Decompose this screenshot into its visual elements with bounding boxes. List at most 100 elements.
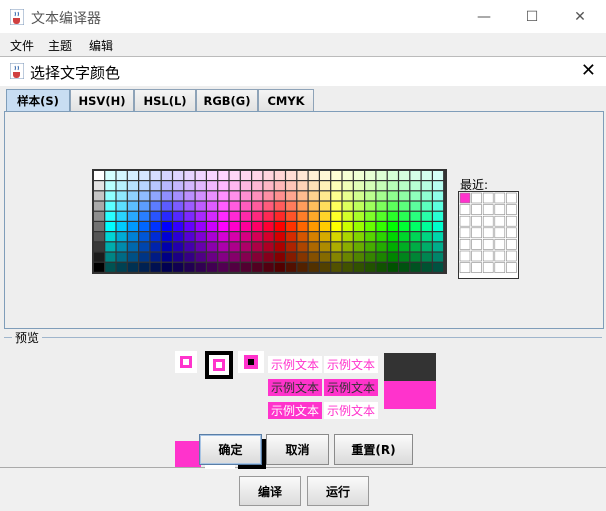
recent-swatch[interactable]: [471, 215, 482, 227]
color-swatch[interactable]: [365, 252, 376, 262]
color-swatch[interactable]: [353, 201, 364, 211]
color-swatch[interactable]: [94, 191, 105, 201]
color-swatch[interactable]: [365, 242, 376, 252]
color-swatch[interactable]: [161, 201, 172, 211]
color-swatch[interactable]: [252, 181, 263, 191]
color-swatch[interactable]: [218, 191, 229, 201]
color-swatch[interactable]: [173, 262, 184, 272]
color-swatch[interactable]: [399, 222, 410, 231]
color-swatch[interactable]: [331, 262, 342, 272]
recent-swatch[interactable]: [506, 262, 517, 273]
color-swatch[interactable]: [421, 181, 432, 191]
color-swatch[interactable]: [433, 211, 444, 221]
color-swatch[interactable]: [365, 232, 376, 242]
color-swatch[interactable]: [127, 181, 138, 191]
color-swatch[interactable]: [184, 232, 195, 242]
color-swatch[interactable]: [127, 222, 138, 231]
color-swatch[interactable]: [410, 211, 421, 221]
color-swatch[interactable]: [127, 232, 138, 242]
color-swatch[interactable]: [195, 181, 206, 191]
color-swatch[interactable]: [297, 211, 308, 221]
color-swatch[interactable]: [297, 181, 308, 191]
color-swatch[interactable]: [274, 181, 285, 191]
color-swatch[interactable]: [387, 181, 398, 191]
ok-button[interactable]: 确定: [199, 434, 262, 465]
color-swatch[interactable]: [308, 222, 319, 231]
color-swatch[interactable]: [127, 191, 138, 201]
color-swatch[interactable]: [376, 201, 387, 211]
color-swatch[interactable]: [240, 252, 251, 262]
color-swatch[interactable]: [218, 262, 229, 272]
color-swatch[interactable]: [105, 211, 116, 221]
color-swatch[interactable]: [387, 171, 398, 180]
color-swatch[interactable]: [263, 222, 274, 231]
color-swatch[interactable]: [331, 242, 342, 252]
color-swatch[interactable]: [218, 171, 229, 180]
color-swatch[interactable]: [433, 262, 444, 272]
color-swatch[interactable]: [286, 191, 297, 201]
color-swatch[interactable]: [297, 191, 308, 201]
color-swatch[interactable]: [331, 211, 342, 221]
color-swatch[interactable]: [218, 242, 229, 252]
recent-swatch[interactable]: [471, 227, 482, 239]
recent-swatch[interactable]: [471, 204, 482, 215]
color-swatch[interactable]: [263, 171, 274, 180]
color-swatch[interactable]: [150, 211, 161, 221]
recent-swatch[interactable]: [494, 215, 506, 227]
color-swatch[interactable]: [297, 232, 308, 242]
color-swatch[interactable]: [308, 242, 319, 252]
color-swatch[interactable]: [433, 242, 444, 252]
color-swatch[interactable]: [161, 211, 172, 221]
color-swatch[interactable]: [105, 191, 116, 201]
tab-cmyk[interactable]: CMYK: [258, 89, 314, 111]
color-swatch[interactable]: [240, 171, 251, 180]
swatch-grid[interactable]: [92, 169, 447, 274]
color-swatch[interactable]: [399, 191, 410, 201]
color-swatch[interactable]: [139, 222, 150, 231]
recent-swatch[interactable]: [482, 192, 494, 204]
color-swatch[interactable]: [297, 222, 308, 231]
color-swatch[interactable]: [410, 262, 421, 272]
color-swatch[interactable]: [353, 222, 364, 231]
recent-swatch[interactable]: [494, 250, 506, 262]
color-swatch[interactable]: [274, 242, 285, 252]
color-swatch[interactable]: [207, 242, 218, 252]
color-swatch[interactable]: [105, 222, 116, 231]
color-swatch[interactable]: [421, 171, 432, 180]
color-swatch[interactable]: [184, 252, 195, 262]
color-swatch[interactable]: [184, 181, 195, 191]
compile-button[interactable]: 编译: [239, 476, 301, 506]
color-swatch[interactable]: [161, 171, 172, 180]
color-swatch[interactable]: [150, 191, 161, 201]
color-swatch[interactable]: [240, 222, 251, 231]
color-swatch[interactable]: [387, 242, 398, 252]
color-swatch[interactable]: [376, 191, 387, 201]
color-swatch[interactable]: [320, 211, 331, 221]
color-swatch[interactable]: [286, 222, 297, 231]
color-swatch[interactable]: [229, 211, 240, 221]
color-swatch[interactable]: [184, 262, 195, 272]
color-swatch[interactable]: [161, 242, 172, 252]
color-swatch[interactable]: [207, 191, 218, 201]
menu-theme[interactable]: 主题: [48, 37, 72, 54]
color-swatch[interactable]: [286, 201, 297, 211]
color-swatch[interactable]: [195, 262, 206, 272]
recent-swatch[interactable]: [459, 227, 471, 239]
recent-swatch[interactable]: [482, 250, 494, 262]
color-swatch[interactable]: [150, 181, 161, 191]
color-swatch[interactable]: [263, 181, 274, 191]
color-swatch[interactable]: [320, 201, 331, 211]
color-swatch[interactable]: [240, 191, 251, 201]
recent-swatch[interactable]: [459, 262, 471, 273]
color-swatch[interactable]: [320, 242, 331, 252]
color-swatch[interactable]: [342, 211, 353, 221]
color-swatch[interactable]: [274, 171, 285, 180]
color-swatch[interactable]: [342, 252, 353, 262]
color-swatch[interactable]: [229, 181, 240, 191]
cancel-button[interactable]: 取消: [266, 434, 329, 465]
color-swatch[interactable]: [308, 181, 319, 191]
color-swatch[interactable]: [150, 252, 161, 262]
color-swatch[interactable]: [433, 201, 444, 211]
color-swatch[interactable]: [365, 181, 376, 191]
color-swatch[interactable]: [150, 171, 161, 180]
